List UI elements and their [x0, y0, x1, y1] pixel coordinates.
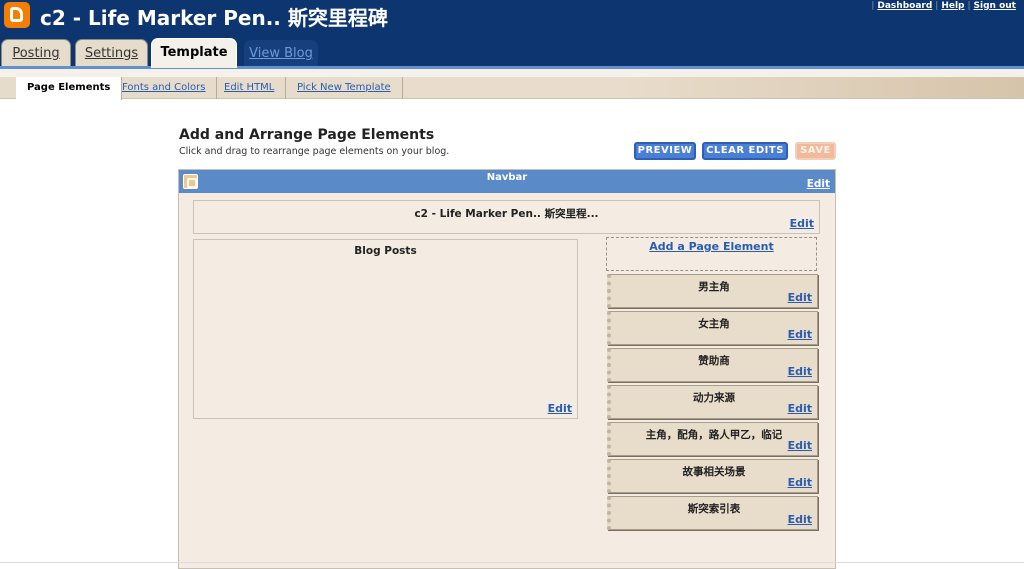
tab-settings-label: Settings — [84, 46, 139, 61]
widget-title: 男主角 — [698, 281, 730, 293]
subtab-page-elements[interactable]: Page Elements — [16, 77, 123, 100]
save-button[interactable]: SAVE — [795, 142, 836, 160]
widget-edit-link[interactable]: Edit — [788, 513, 812, 526]
widget-edit-link[interactable]: Edit — [788, 439, 812, 452]
tab-posting[interactable]: Posting — [1, 39, 71, 67]
dashboard-link[interactable]: Dashboard — [877, 1, 932, 11]
sidebar-widget[interactable]: 故事相关场景 Edit — [607, 459, 818, 493]
blog-posts-edit-link[interactable]: Edit — [548, 402, 572, 415]
preview-button[interactable]: PREVIEW — [634, 142, 696, 160]
subtab-fonts-and-colors[interactable]: Fonts and Colors — [111, 77, 218, 99]
blogger-logo-icon[interactable] — [4, 2, 30, 28]
header-element-title: c2 - Life Marker Pen.. 斯突里程... — [414, 208, 599, 220]
tab-posting-label: Posting — [12, 46, 60, 61]
subtab-pick-new-template[interactable]: Pick New Template — [286, 77, 403, 99]
tab-template-label: Template — [160, 45, 228, 60]
widget-title: 赞助商 — [698, 355, 730, 367]
tab-template[interactable]: Template — [151, 38, 237, 68]
widget-edit-link[interactable]: Edit — [788, 328, 812, 341]
page-title: Add and Arrange Page Elements — [179, 127, 435, 143]
subtab-edit-html[interactable]: Edit HTML — [213, 77, 287, 99]
widget-edit-link[interactable]: Edit — [788, 402, 812, 415]
sidebar-widget[interactable]: 主角，配角，路人甲乙，临记 Edit — [607, 422, 818, 456]
sidebar-widget[interactable]: 动力来源 Edit — [607, 385, 818, 419]
navbar-element[interactable]: Navbar Edit — [179, 170, 835, 193]
tab-view-blog[interactable]: View Blog — [244, 40, 318, 67]
tab-view-blog-label: View Blog — [249, 46, 313, 61]
widget-edit-link[interactable]: Edit — [788, 365, 812, 378]
tab-settings[interactable]: Settings — [75, 39, 148, 67]
widget-edit-link[interactable]: Edit — [788, 476, 812, 489]
navbar-title: Navbar — [486, 172, 528, 183]
blog-posts-element[interactable]: Blog Posts Edit — [193, 239, 578, 419]
header-edit-link[interactable]: Edit — [790, 217, 814, 230]
header-element[interactable]: c2 - Life Marker Pen.. 斯突里程... Edit — [193, 200, 820, 234]
sign-out-link[interactable]: Sign out — [974, 1, 1016, 11]
user-links: | Dashboard | Help | Sign out — [871, 1, 1016, 11]
widget-title: 动力来源 — [693, 392, 735, 404]
widget-title: 故事相关场景 — [682, 466, 746, 478]
tab-bar-strip — [0, 69, 1024, 77]
sidebar-widget[interactable]: 男主角 Edit — [607, 274, 818, 308]
clear-edits-button[interactable]: CLEAR EDITS — [702, 142, 788, 160]
widget-title: 女主角 — [698, 318, 730, 330]
add-page-element-link[interactable]: Add a Page Element — [606, 237, 817, 271]
blog-posts-title: Blog Posts — [354, 245, 417, 257]
page-description: Click and drag to rearrange page element… — [179, 146, 450, 157]
subnav: Page Elements Fonts and Colors Edit HTML… — [0, 77, 1024, 100]
widget-edit-link[interactable]: Edit — [788, 291, 812, 304]
blog-title: c2 - Life Marker Pen.. 斯突里程碑 — [40, 6, 388, 30]
widget-title: 主角，配角，路人甲乙，临记 — [645, 429, 783, 441]
sidebar-widget[interactable]: 女主角 Edit — [607, 311, 818, 345]
help-link[interactable]: Help — [941, 1, 964, 11]
sidebar-widget[interactable]: 斯突索引表 Edit — [607, 496, 818, 530]
sidebar-widget[interactable]: 赞助商 Edit — [607, 348, 818, 382]
widget-title: 斯突索引表 — [687, 503, 741, 515]
navbar-edit-link[interactable]: Edit — [807, 178, 830, 190]
